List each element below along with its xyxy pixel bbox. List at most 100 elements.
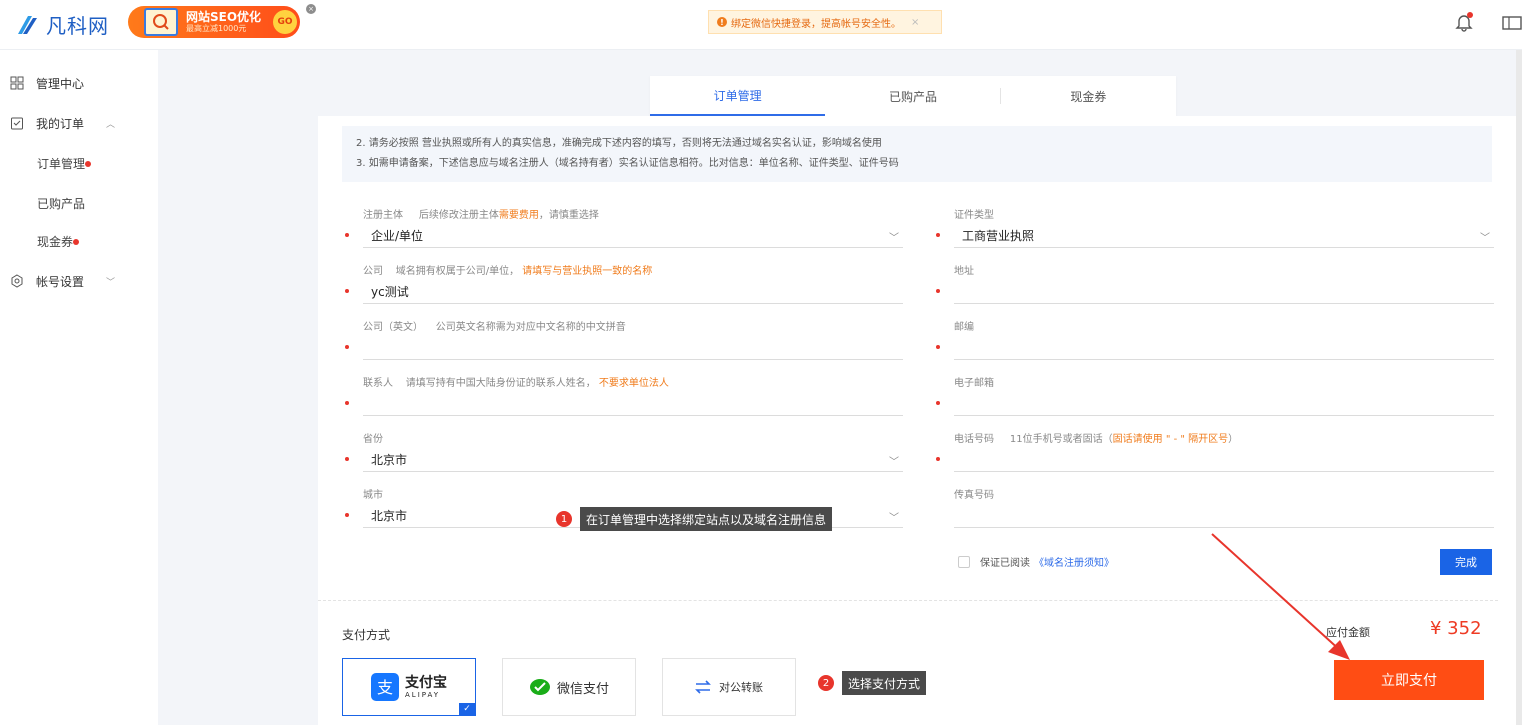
required-dot [345,233,349,237]
field-label: 公司（英文） [363,322,423,333]
tab-label: 已购产品 [888,89,937,104]
svg-text:支: 支 [377,678,393,697]
bell-icon[interactable] [1454,12,1474,32]
red-dot-badge [73,238,80,245]
terms-link[interactable]: 《域名注册须知》 [1034,554,1114,569]
wechat-pay-icon [529,679,550,695]
fax-field: 传真号码 [954,486,1494,528]
logo-text: 凡科网 [46,14,109,38]
tab-order-management[interactable]: 订单管理 [650,76,826,116]
scrollbar[interactable] [1516,50,1522,725]
registrant-type-select[interactable]: 企业/单位 ﹀ [345,224,903,248]
sidebar-item-label: 管理中心 [36,76,85,91]
seo-promo-banner[interactable]: 网站SEO优化 最高立减1000元 GO [128,6,300,38]
pay-option-alipay[interactable]: 支 支付宝 ALIPAY ✓ [342,658,476,716]
wechat-bind-notice[interactable]: ! 绑定微信快捷登录，提高帐号安全性。 × [708,10,942,34]
tab-purchased-products[interactable]: 已购产品 [825,76,1001,116]
field-hint: ，请慎重选择 [538,210,599,221]
annotation-tip-2: 2 选择支付方式 [818,671,927,695]
postcode-field: 邮编 [936,318,1494,360]
done-button[interactable]: 完成 [1440,549,1492,575]
promo-close-icon[interactable]: × [306,4,316,14]
required-dot [345,345,349,349]
field-label: 地址 [954,266,974,277]
fax-input[interactable] [954,504,1494,528]
field-label: 公司 [363,266,383,277]
select-value: 工商营业执照 [962,229,1035,243]
alipay-icon: 支 [371,673,399,701]
notice-text: 绑定微信快捷登录，提高帐号安全性。 [731,18,901,30]
logo[interactable]: 凡科网 [14,10,109,39]
pay-now-button[interactable]: 立即支付 [1334,660,1484,700]
phone-input[interactable] [936,448,1494,472]
tab-coupons[interactable]: 现金券 [1001,76,1176,116]
sidebar-item-my-orders[interactable]: 我的订单 ︿ [0,104,158,142]
province-select[interactable]: 北京市 ﹀ [345,448,903,472]
required-dot [936,345,940,349]
field-hint-warning: 需要费用 [498,210,539,221]
cert-type-field: 证件类型 工商营业执照 ﹀ [936,206,1494,248]
field-label: 电话号码 [954,434,994,445]
sidebar-item-label: 帐号设置 [36,274,85,289]
pay-option-bank-transfer[interactable]: 对公转账 [662,658,796,716]
annotation-number: 1 [556,511,572,527]
postcode-input[interactable] [936,336,1494,360]
notification-dot [1467,12,1473,18]
sidebar: 管理中心 我的订单 ︿ 订单管理 已购产品 现金券 帐号设置 ﹀ [0,50,158,725]
required-dot [936,289,940,293]
email-input[interactable] [936,392,1494,416]
amount-label: 应付金额 [1326,626,1370,639]
divider [318,600,1498,601]
company-en-input[interactable] [345,336,903,360]
sidebar-item-label: 已购产品 [37,196,86,211]
required-dot [345,513,349,517]
chevron-down-icon: ﹀ [1480,233,1490,244]
promo-go-button[interactable]: GO [273,10,297,34]
grid-icon [10,76,24,90]
contact-input[interactable] [345,392,903,416]
field-label: 注册主体 [363,210,403,221]
chevron-down-icon: ﹀ [889,513,899,524]
sidebar-item-purchased[interactable]: 已购产品 [0,184,158,222]
annotation-text: 在订单管理中选择绑定站点以及域名注册信息 [580,507,833,531]
address-input[interactable] [936,280,1494,304]
select-value: 北京市 [371,453,408,467]
transfer-icon [695,680,711,694]
instructions-box: 2. 请务必按照 营业执照或所有人的真实信息，准确完成下述内容的填写，否则将无法… [342,126,1492,182]
coupon-icon[interactable] [1502,14,1522,32]
field-label: 传真号码 [954,490,994,501]
field-hint: 域名拥有权属于公司/单位， [395,266,520,277]
sidebar-item-label: 我的订单 [36,116,85,131]
select-value: 北京市 [371,509,408,523]
agreement-row: 保证已阅读 《域名注册须知》 [958,554,1114,569]
chevron-up-icon: ︿ [106,119,116,130]
sidebar-item-account-settings[interactable]: 帐号设置 ﹀ [0,262,158,300]
field-label: 电子邮箱 [954,378,994,389]
required-dot [345,401,349,405]
sidebar-item-label: 订单管理 [37,156,86,171]
notice-close-icon[interactable]: × [911,17,919,28]
field-label: 邮编 [954,322,974,333]
email-field: 电子邮箱 [936,374,1494,416]
pay-option-label: 微信支付 [556,681,609,697]
agree-checkbox[interactable] [958,555,970,568]
order-panel: 2. 请务必按照 营业执照或所有人的真实信息，准确完成下述内容的填写，否则将无法… [318,116,1522,725]
registrant-type-field: 注册主体 后续修改注册主体需要费用，请慎重选择 企业/单位 ﹀ [345,206,903,248]
payment-method-title: 支付方式 [342,628,391,642]
field-hint: 公司英文名称需为对应中文名称的中文拼音 [435,322,626,333]
field-hint: 后续修改注册主体 [418,210,499,221]
pay-option-wechat[interactable]: 微信支付 [502,658,636,716]
sidebar-item-coupons[interactable]: 现金券 [0,222,158,260]
chevron-down-icon: ﹀ [889,457,899,468]
sidebar-item-dashboard[interactable]: 管理中心 [0,64,158,102]
sidebar-item-order-management[interactable]: 订单管理 [0,144,158,182]
contact-field: 联系人 请填写持有中国大陆身份证的联系人姓名， 不要求单位法人 [345,374,903,416]
company-input[interactable]: yc测试 [345,280,903,304]
cert-type-select[interactable]: 工商营业执照 ﹀ [936,224,1494,248]
field-hint: ） [1228,434,1239,445]
field-label: 联系人 [363,378,393,389]
field-hint-warning: 请填写与营业执照一致的名称 [522,266,653,277]
required-dot [936,233,940,237]
select-value: 企业/单位 [371,229,424,243]
required-dot [936,401,940,405]
